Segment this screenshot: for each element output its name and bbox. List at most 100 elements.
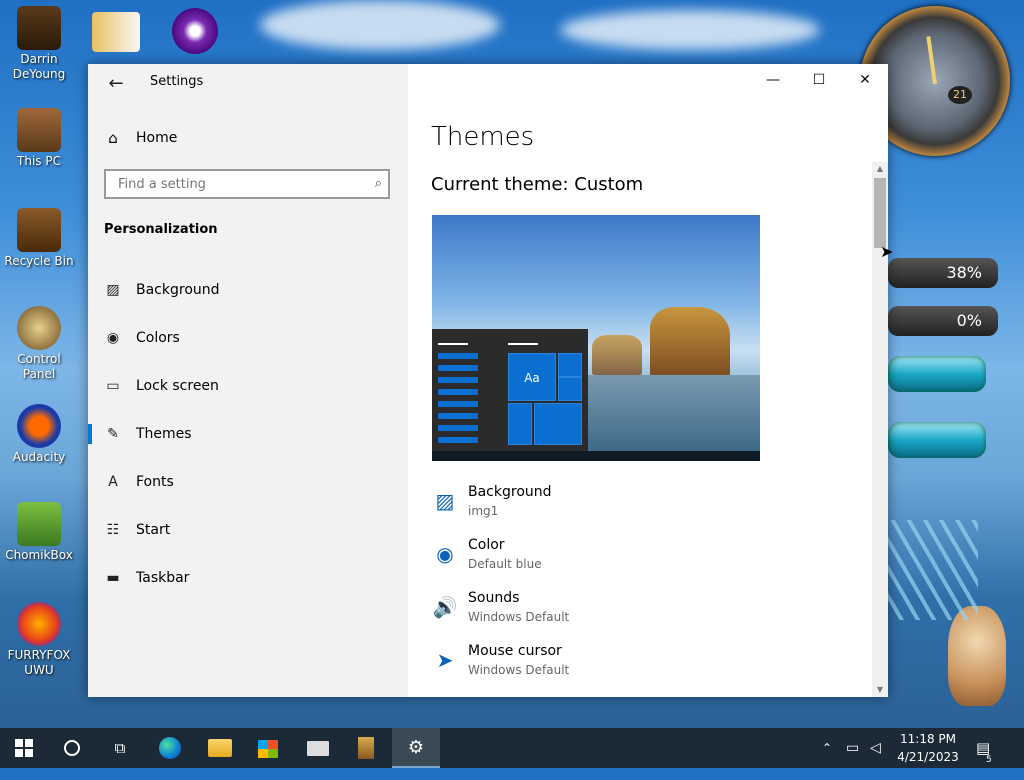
nav-item-start[interactable]: ☷ Start <box>88 510 408 550</box>
desktop-icon-chomikbox[interactable]: ChomikBox <box>0 502 78 563</box>
search-icon[interactable]: ⌕ <box>375 176 382 191</box>
preview-tile <box>558 353 582 377</box>
cloud <box>260 0 500 50</box>
hxd-app-icon[interactable] <box>92 12 140 52</box>
desktop-icon-audacity[interactable]: Audacity <box>0 404 78 465</box>
folder-icon <box>208 739 232 757</box>
edge-taskbar-button[interactable] <box>146 728 194 768</box>
window-title: Settings <box>150 74 204 89</box>
cpu-gauge: 38% <box>888 258 998 288</box>
mail-button[interactable] <box>294 728 342 768</box>
preview-line <box>438 343 468 345</box>
control-panel-icon <box>17 306 61 350</box>
nav-item-label: Fonts <box>136 474 174 490</box>
property-value: Default blue <box>468 557 542 571</box>
cursor-icon: ➤ <box>436 648 454 672</box>
back-button[interactable]: ← <box>104 72 128 96</box>
edge-icon <box>159 737 181 759</box>
preview-list <box>438 353 478 445</box>
scroll-up-arrow[interactable]: ▲ <box>872 162 888 176</box>
store-button[interactable] <box>244 728 292 768</box>
property-value: Windows Default <box>468 610 570 624</box>
property-title: Color <box>468 537 505 553</box>
hamster-mascot <box>948 606 1006 706</box>
taskbar-clock[interactable]: 11:18 PM 4/21/2023 <box>888 730 968 766</box>
property-value: Windows Default <box>468 663 570 677</box>
tor-app-icon[interactable] <box>172 8 218 54</box>
maximize-button[interactable]: ☐ <box>796 64 842 96</box>
theme-property-color[interactable]: ◉ Color Default blue <box>432 537 832 583</box>
network-icon: ▭ <box>846 740 860 756</box>
current-theme-heading: Current theme: Custom <box>431 174 644 195</box>
preview-line <box>508 343 538 345</box>
desktop-icon-label: This PC <box>17 154 61 168</box>
search-box[interactable]: ⌕ <box>104 169 390 199</box>
notification-count: 5 <box>986 755 992 765</box>
preview-water <box>588 375 760 451</box>
page-title: Themes <box>431 122 535 152</box>
desktop-icon-recycle-bin[interactable]: Recycle Bin <box>0 208 78 269</box>
task-view-icon: ⧉ <box>114 739 126 757</box>
preview-tile <box>558 377 582 401</box>
notebook-icon <box>358 737 374 759</box>
search-taskbar-button[interactable] <box>48 728 96 768</box>
task-view-button[interactable]: ⧉ <box>96 728 144 768</box>
clock-date-dial: 21 <box>948 86 972 104</box>
clock-date: 4/21/2023 <box>897 750 959 764</box>
search-circle-icon <box>64 740 80 756</box>
desktop-icon-control-panel[interactable]: Control Panel <box>0 306 78 382</box>
settings-nav-pane: ← Settings ⌂ Home ⌕ Personalization ▨ Ba… <box>88 64 408 697</box>
settings-taskbar-button[interactable]: ⚙ <box>392 728 440 768</box>
windows-logo-icon <box>15 739 33 757</box>
theme-preview: Aa <box>432 215 760 461</box>
property-title: Background <box>468 484 552 500</box>
desktop-icon-this-pc[interactable]: This PC <box>0 108 78 169</box>
theme-property-mouse-cursor[interactable]: ➤ Mouse cursor Windows Default <box>432 643 832 689</box>
nav-item-colors[interactable]: ◉ Colors <box>88 318 408 358</box>
theme-property-background[interactable]: ▨ Background img1 <box>432 484 832 530</box>
speaker-icon: 🔊 <box>432 595 458 619</box>
desktop-icon-label: Audacity <box>12 450 66 464</box>
network-tray-icon[interactable]: ▭ <box>846 728 859 768</box>
theme-property-sounds[interactable]: 🔊 Sounds Windows Default <box>432 590 832 636</box>
volume-tray-icon[interactable]: ◁ <box>870 728 881 768</box>
nav-item-taskbar[interactable]: ▬ Taskbar <box>88 558 408 598</box>
nav-item-fonts[interactable]: A Fonts <box>88 462 408 502</box>
desktop-icon-label: Control Panel <box>17 352 61 381</box>
start-button[interactable] <box>0 728 48 768</box>
scroll-down-arrow[interactable]: ▼ <box>872 683 888 697</box>
scroll-thumb[interactable] <box>874 178 886 248</box>
nav-item-label: Lock screen <box>136 378 219 394</box>
cloud <box>560 10 820 50</box>
meter-tube <box>888 356 986 392</box>
nav-item-label: Start <box>136 522 171 538</box>
minimize-button[interactable]: — <box>750 64 796 96</box>
desktop-icon-label: ChomikBox <box>5 548 73 562</box>
preview-start-menu: Aa <box>432 329 588 451</box>
desktop-icon-darrin[interactable]: Darrin DeYoung <box>0 6 78 82</box>
search-input[interactable] <box>116 176 360 193</box>
nav-item-label: Colors <box>136 330 180 346</box>
firefox-icon <box>17 602 61 646</box>
show-hidden-icons-button[interactable]: ⌃ <box>822 728 832 768</box>
file-explorer-button[interactable] <box>196 728 244 768</box>
preview-tile-large: Aa <box>508 353 556 401</box>
desktop-icon-furryfox[interactable]: FURRYFOX UWU <box>0 602 78 678</box>
computer-icon <box>17 108 61 152</box>
start-icon: ☷ <box>106 522 120 538</box>
close-button[interactable]: ✕ <box>842 64 888 96</box>
nav-item-background[interactable]: ▨ Background <box>88 270 408 310</box>
nav-item-themes[interactable]: ✎ Themes <box>88 414 408 454</box>
decorative-tubes <box>888 520 978 620</box>
lock-screen-icon: ▭ <box>106 378 120 394</box>
notes-app-button[interactable] <box>342 728 390 768</box>
desktop-icon-label: Darrin DeYoung <box>12 52 66 81</box>
speaker-muted-icon: ◁ <box>870 740 881 756</box>
nav-item-lock-screen[interactable]: ▭ Lock screen <box>88 366 408 406</box>
audacity-icon <box>17 404 61 448</box>
preview-tile <box>508 403 532 445</box>
preview-rock <box>650 307 730 377</box>
action-center-button[interactable]: ▤ 5 <box>976 728 998 768</box>
preview-rock <box>592 335 642 375</box>
home-link[interactable]: ⌂ Home <box>104 126 177 150</box>
